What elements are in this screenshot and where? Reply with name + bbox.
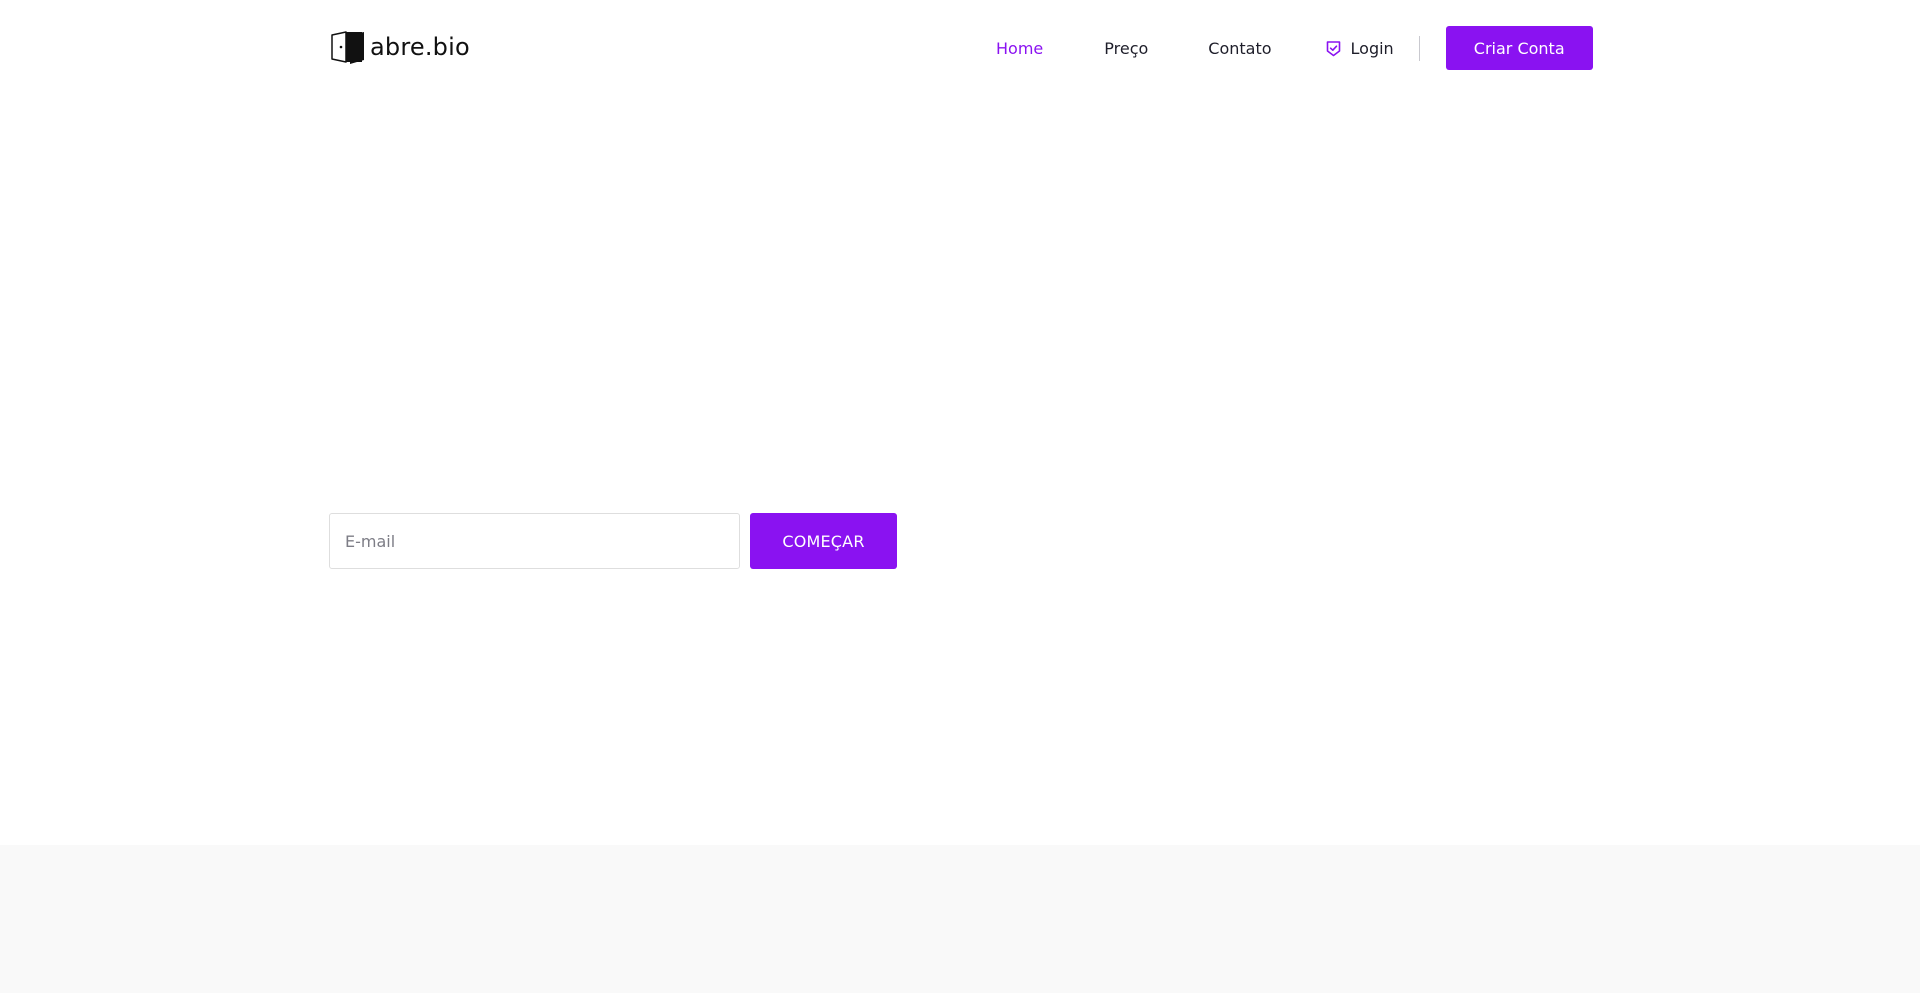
main-nav: Home Preço Contato Login Criar Conta — [975, 26, 1593, 70]
nav-preco-link[interactable]: Preço — [1104, 39, 1148, 58]
site-header: abre.bio Home Preço Contato Login Criar … — [0, 0, 1920, 96]
nav-divider — [1418, 35, 1420, 61]
create-account-button[interactable]: Criar Conta — [1445, 26, 1593, 70]
page: abre.bio Home Preço Contato Login Criar … — [0, 0, 1920, 993]
email-input[interactable] — [329, 513, 740, 569]
nav-contato-link[interactable]: Contato — [1208, 39, 1271, 58]
nav-home-link[interactable]: Home — [996, 39, 1043, 58]
start-button[interactable]: COMEÇAR — [750, 513, 897, 569]
lower-section — [0, 845, 1920, 993]
shield-check-icon — [1326, 40, 1340, 56]
login-label: Login — [1350, 38, 1394, 58]
login-link[interactable]: Login — [1325, 39, 1394, 58]
door-logo-icon — [331, 31, 364, 64]
logo-text: abre.bio — [370, 33, 470, 61]
email-signup-form: COMEÇAR — [329, 513, 897, 569]
logo-link[interactable]: abre.bio — [329, 29, 470, 65]
